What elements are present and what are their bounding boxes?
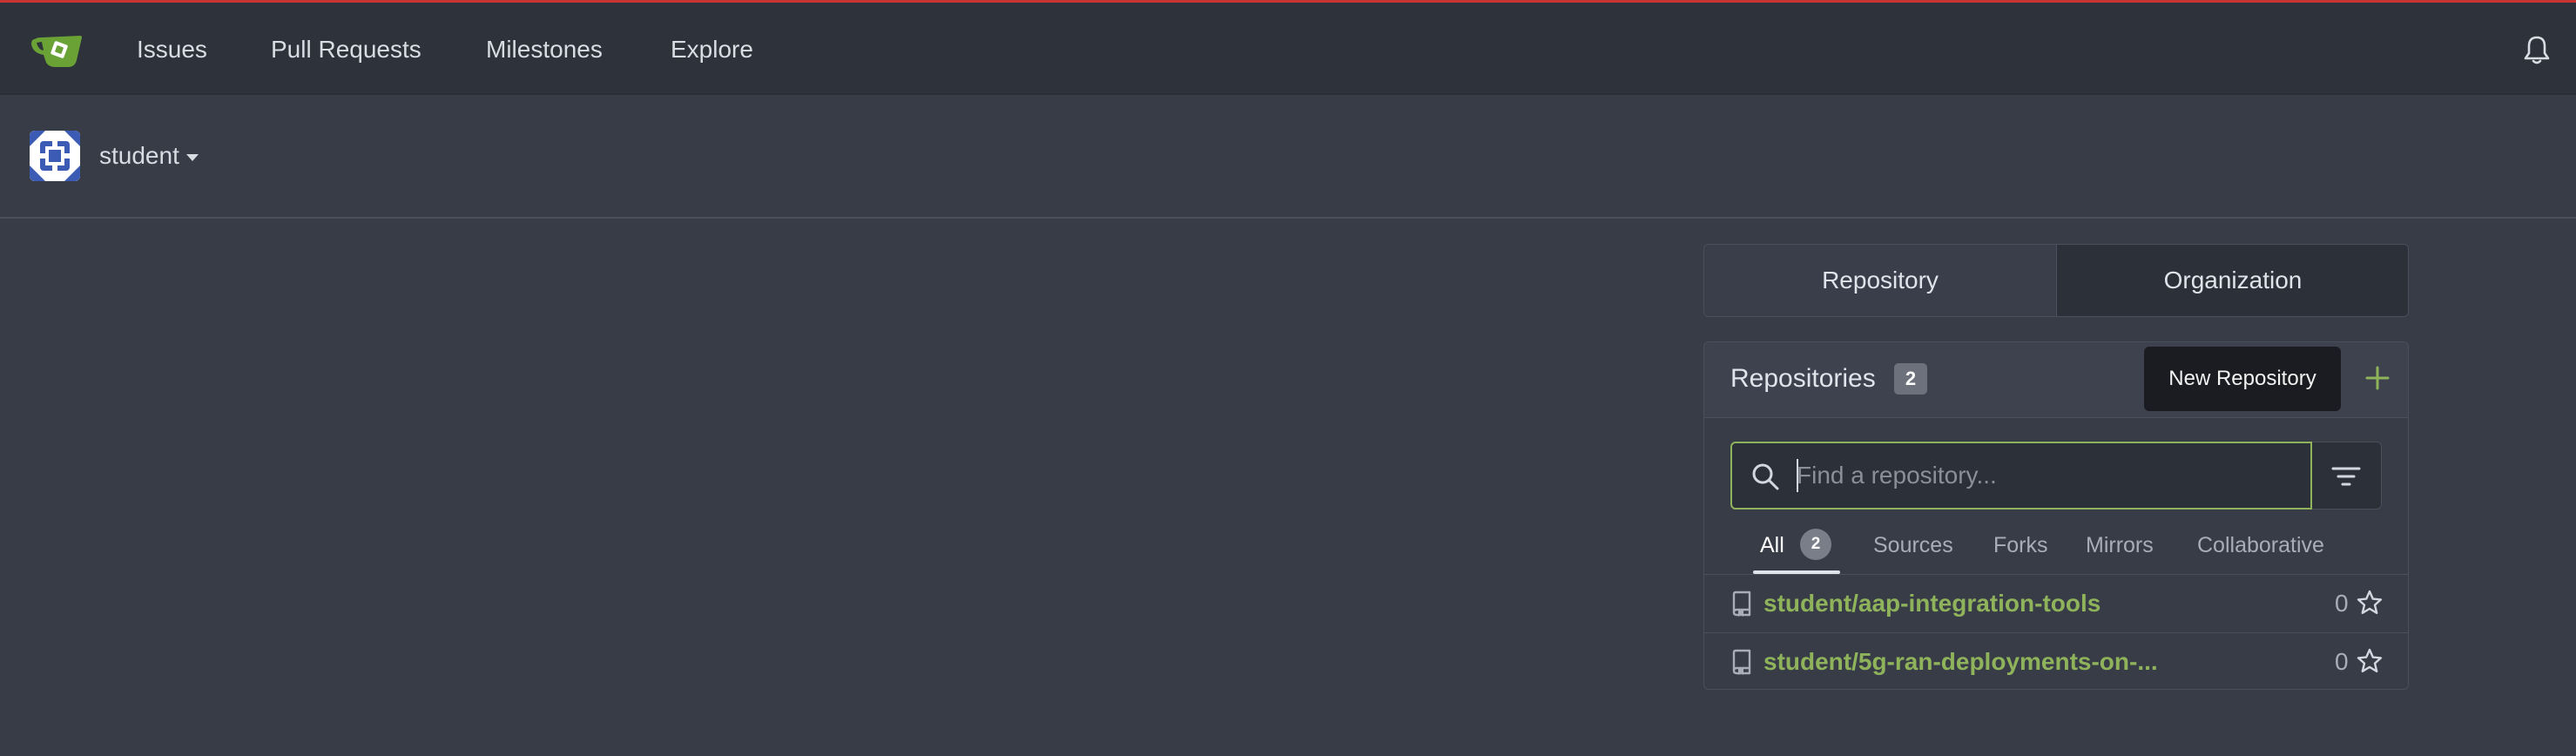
nav-issues[interactable]: Issues xyxy=(137,32,207,67)
filter-tab-collaborative[interactable]: Collaborative xyxy=(2197,530,2324,560)
repo-list-item: student/aap-integration-tools 0 xyxy=(1704,575,2408,633)
caret-down-icon xyxy=(185,153,199,161)
filter-tab-mirrors[interactable]: Mirrors xyxy=(2086,530,2154,560)
star-icon[interactable] xyxy=(2356,647,2384,675)
repo-search-box[interactable] xyxy=(1730,442,2312,510)
avatar xyxy=(30,131,80,181)
context-bar: student xyxy=(0,95,2576,219)
filter-tab-sources[interactable]: Sources xyxy=(1873,530,1953,560)
filter-tab-forks[interactable]: Forks xyxy=(1993,530,2048,560)
gitea-logo-icon[interactable] xyxy=(30,30,84,69)
context-user-name: student xyxy=(99,142,179,169)
tab-organization[interactable]: Organization xyxy=(2056,245,2408,316)
nav-explore[interactable]: Explore xyxy=(671,32,753,67)
nav-pull-requests[interactable]: Pull Requests xyxy=(271,32,421,67)
search-icon xyxy=(1752,463,1779,490)
text-cursor xyxy=(1797,459,1798,492)
filter-tab-all[interactable]: All xyxy=(1760,530,1784,560)
top-navbar: Issues Pull Requests Milestones Explore xyxy=(0,3,2576,95)
repositories-count-badge: 2 xyxy=(1894,363,1927,395)
new-repository-tooltip: New Repository xyxy=(2144,347,2341,411)
repo-book-icon xyxy=(1732,591,1751,617)
repo-link[interactable]: student/5g-ran-deployments-on-... xyxy=(1763,645,2158,678)
repo-list-item: student/5g-ran-deployments-on-... 0 xyxy=(1704,633,2408,689)
tab-repository[interactable]: Repository xyxy=(1704,245,2056,316)
repo-book-icon xyxy=(1732,649,1751,675)
new-repository-plus-icon[interactable] xyxy=(2363,363,2392,393)
repositories-title: Repositories xyxy=(1730,364,1876,393)
repo-star-count: 0 xyxy=(2335,648,2349,675)
repo-filter-button[interactable] xyxy=(2312,442,2382,510)
context-user-switcher[interactable]: student xyxy=(99,140,199,172)
filter-tab-all-count: 2 xyxy=(1800,529,1831,560)
star-icon[interactable] xyxy=(2356,589,2384,617)
repo-org-switcher: Repository Organization xyxy=(1703,244,2409,317)
filter-icon xyxy=(2331,467,2361,486)
repo-search-input[interactable] xyxy=(1797,452,2284,499)
notification-bell-icon[interactable] xyxy=(2522,34,2552,65)
nav-milestones[interactable]: Milestones xyxy=(486,32,603,67)
avatar-pattern-icon xyxy=(30,131,80,181)
repo-star-count: 0 xyxy=(2335,590,2349,617)
repo-link[interactable]: student/aap-integration-tools xyxy=(1763,587,2101,620)
